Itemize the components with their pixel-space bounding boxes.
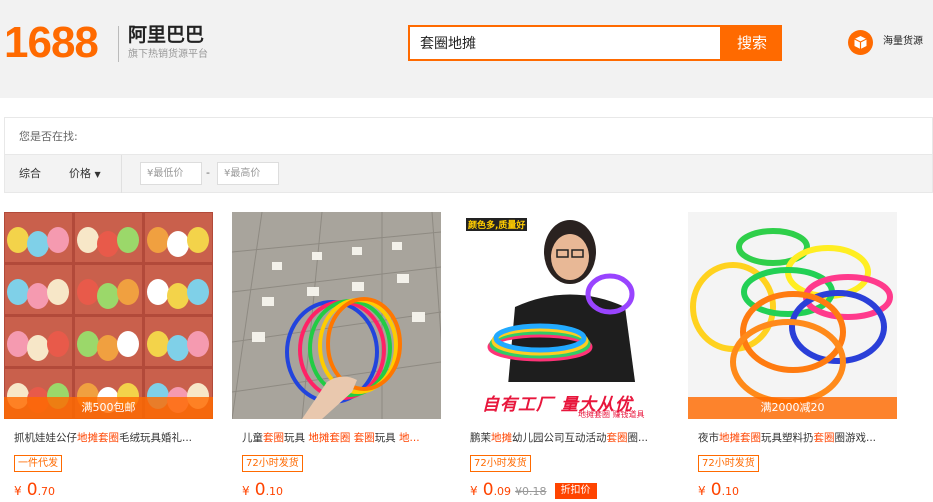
sort-price[interactable]: 价格 ▼ (69, 167, 101, 182)
product-card[interactable]: 满500包邮 抓机娃娃公仔地摊套圈毛绒玩具婚礼... 一件代发 ¥ 0.70 (4, 212, 213, 500)
service-tag: 72小时发货 (698, 455, 759, 472)
service-tag: 一件代发 (14, 455, 62, 472)
person-with-rings-image[interactable]: 颜色多,质量好 自有工厂 量大从优 地摊套圈 赚钱道具 (460, 212, 669, 419)
image-bottom-subcaption: 地摊套圈 赚钱道具 (578, 410, 645, 419)
service-tag: 72小时发货 (470, 455, 531, 472)
site-header: 1688 阿里巴巴 旗下热销货源平台 搜索 海量货源 (0, 0, 933, 98)
product-card[interactable]: 儿童套圈玩具 地摊套圈 套圈玩具 地... 72小时发货 ¥ 0.10 (232, 212, 441, 500)
supply-link[interactable]: 海量货源 (883, 35, 923, 49)
product-title[interactable]: 抓机娃娃公仔地摊套圈毛绒玩具婚礼... (14, 431, 210, 445)
promo-banner: 满2000减20 (688, 397, 897, 419)
filter-divider (121, 155, 122, 193)
product-title[interactable]: 儿童套圈玩具 地摊套圈 套圈玩具 地... (242, 431, 438, 445)
original-price: ¥0.18 (515, 485, 547, 498)
product-card[interactable]: 颜色多,质量好 自有工厂 量大从优 地摊套圈 赚钱道具 鹏茉地摊幼儿园公司互动活… (460, 212, 669, 500)
caret-down-icon: ▼ (94, 170, 101, 179)
suggest-bar: 您是否在找: (4, 117, 933, 155)
search-input[interactable] (408, 25, 722, 61)
plush-toys-image[interactable]: 满500包邮 (4, 212, 213, 419)
service-tag: 72小时发货 (242, 455, 303, 472)
sort-default[interactable]: 综合 (19, 167, 41, 181)
max-price-input[interactable]: ¥最高价 (217, 162, 279, 185)
colorful-rings-image[interactable]: 满2000减20 (688, 212, 897, 419)
logo-alibaba[interactable]: 阿里巴巴 (128, 24, 204, 46)
price-dash: - (206, 166, 210, 179)
logo-divider (118, 26, 119, 62)
logo-1688[interactable]: 1688 (4, 18, 99, 68)
search-button[interactable]: 搜索 (722, 25, 782, 61)
product-card[interactable]: 满2000减20 夜市地摊套圈玩具塑料扔套圈圈游戏... 72小时发货 ¥ 0.… (688, 212, 897, 500)
filter-bar: 综合 价格 ▼ ¥最低价 - ¥最高价 (4, 155, 933, 193)
product-price: ¥ 0.09 ¥0.18 折扣价 (470, 480, 597, 502)
rings-in-hand-image[interactable] (232, 212, 441, 419)
product-title[interactable]: 鹏茉地摊幼儿园公司互动活动套圈圈... (470, 431, 666, 445)
cube-icon[interactable] (848, 30, 873, 55)
promo-banner: 满500包邮 (4, 397, 213, 419)
image-top-caption: 颜色多,质量好 (466, 218, 528, 231)
sort-price-label: 价格 (69, 167, 91, 180)
product-price: ¥ 0.70 (14, 480, 56, 500)
suggest-label: 您是否在找: (19, 130, 78, 143)
product-price: ¥ 0.10 (698, 480, 740, 500)
product-title[interactable]: 夜市地摊套圈玩具塑料扔套圈圈游戏... (698, 431, 894, 445)
discount-badge: 折扣价 (554, 483, 597, 499)
product-price: ¥ 0.10 (242, 480, 284, 500)
logo-slogan: 旗下热销货源平台 (128, 49, 208, 60)
min-price-input[interactable]: ¥最低价 (140, 162, 202, 185)
